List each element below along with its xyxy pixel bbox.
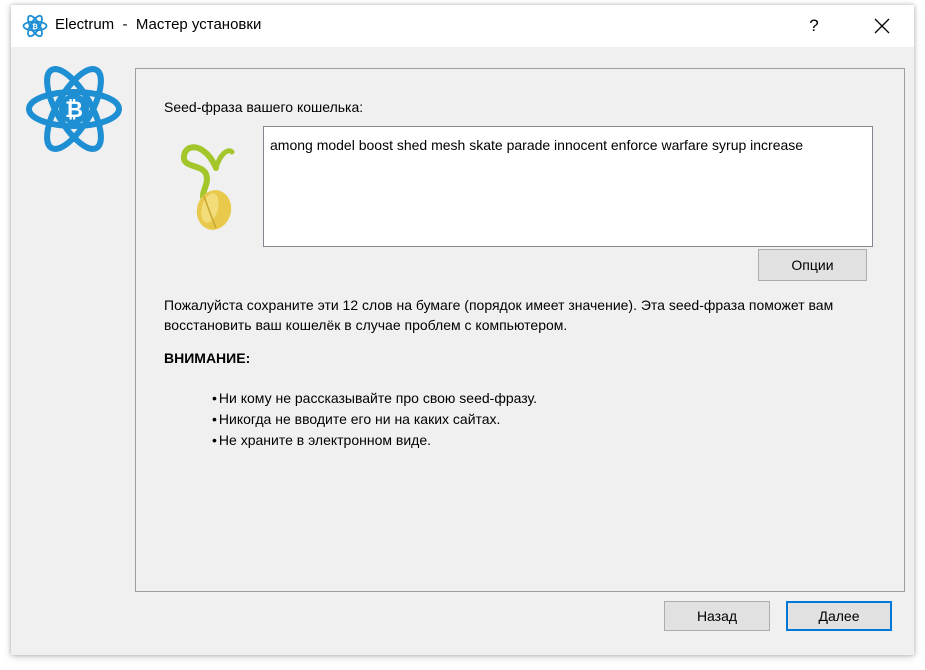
warning-item: • Никогда не вводите его ни на каких сайт… (212, 409, 537, 430)
warning-title: ВНИМАНИЕ: (164, 350, 251, 366)
svg-text:₿: ₿ (65, 97, 83, 122)
window-title: Electrum - Мастер установки (55, 16, 261, 33)
warning-item-text: Ни кому не рассказывайте про свою seed-ф… (218, 390, 538, 406)
seed-phrase-textbox[interactable]: among model boost shed mesh skate parade… (263, 126, 873, 247)
seed-info-text: Пожалуйста сохраните эти 12 слов на бума… (164, 297, 834, 333)
next-button[interactable]: Далее (786, 601, 892, 631)
seed-label: Seed-фраза вашего кошелька: (164, 99, 364, 115)
svg-text:₿: ₿ (32, 23, 38, 31)
electrum-app-icon: ₿ (22, 14, 48, 38)
help-icon: ? (809, 16, 819, 35)
sprouting-seed-icon (180, 144, 235, 230)
bullet-icon: • (212, 411, 217, 427)
back-button[interactable]: Назад (664, 601, 770, 631)
seed-panel: Seed-фраза вашего кошелька: among model … (135, 68, 905, 592)
warning-list: • Ни кому не рассказывайте про свою seed-… (212, 388, 537, 451)
title-bar: ₿ Electrum - Мастер установки ? (11, 5, 914, 47)
warning-item: • Не храните в электронном виде. (212, 430, 537, 451)
warning-item-text: Не храните в электронном виде. (218, 432, 431, 448)
help-button[interactable]: ? (791, 5, 837, 47)
warning-item-text: Никогда не вводите его ни на каких сайта… (218, 411, 501, 427)
wizard-title: Мастер установки (135, 16, 262, 33)
installation-wizard-window: ₿ Electrum - Мастер установки ? ₿ Seed-ф… (11, 5, 914, 655)
close-icon (874, 18, 890, 34)
title-separator: - (122, 16, 128, 33)
close-button[interactable] (859, 5, 905, 47)
options-button[interactable]: Опции (758, 249, 867, 281)
bullet-icon: • (212, 432, 217, 448)
warning-item: • Ни кому не рассказывайте про свою seed-… (212, 388, 537, 409)
bullet-icon: • (212, 390, 217, 406)
electrum-logo-icon: ₿ (26, 66, 122, 152)
app-name: Electrum (55, 16, 115, 33)
